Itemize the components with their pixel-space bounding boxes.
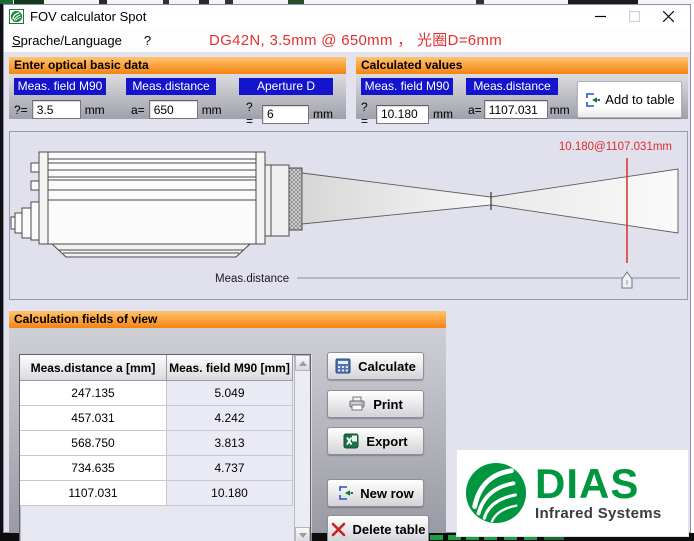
export-label: Export (366, 434, 407, 449)
menu-item-help[interactable]: ? (144, 31, 159, 50)
add-to-table-label: Add to table (605, 92, 674, 107)
field-label: Meas.distance (466, 78, 558, 95)
minimize-icon (595, 11, 606, 22)
menu-bar: Sprache/Language ? DG42N, 3.5mm @ 650mm … (4, 28, 690, 52)
close-icon (663, 11, 674, 22)
table-row[interactable]: 247.135 5.049 (20, 381, 310, 406)
export-button[interactable]: Export (327, 427, 424, 455)
cell-distance[interactable]: 568.750 (20, 431, 167, 456)
add-to-table-button[interactable]: Add to table (577, 81, 682, 118)
field-unit: mm (550, 103, 570, 117)
meas-field-input[interactable] (32, 100, 81, 119)
print-label: Print (373, 397, 403, 412)
fov-diagram-panel: 10.180@1107.031mm Meas.distance (9, 131, 688, 300)
cell-field[interactable]: 5.049 (167, 381, 293, 406)
excel-export-icon (343, 433, 359, 449)
fov-diagram: 10.180@1107.031mm Meas.distance (10, 132, 687, 299)
table-row[interactable]: 734.635 4.737 (20, 456, 310, 481)
group-calculation-fields-of-view: Calculation fields of view Meas.distance… (9, 311, 446, 533)
cell-distance[interactable]: 457.031 (20, 406, 167, 431)
window-title: FOV calculator Spot (30, 9, 146, 24)
field-prefix: a= (468, 103, 482, 117)
field-calc-meas-distance: Meas.distance a= mm (466, 78, 558, 119)
column-header-distance[interactable]: Meas.distance a [mm] (20, 355, 167, 381)
new-row-button[interactable]: New row (327, 479, 424, 507)
app-icon (9, 9, 24, 24)
field-label: Meas. field M90 (361, 78, 453, 95)
scroll-down-button[interactable] (295, 527, 310, 541)
dias-wordmark: DIAS (535, 464, 662, 504)
group-header: Calculation fields of view (9, 311, 446, 328)
scroll-up-button[interactable] (295, 355, 310, 371)
dias-subtitle: Infrared Systems (535, 505, 662, 522)
field-label: Meas.distance (126, 78, 216, 95)
field-aperture-d: Aperture D ?= mm (239, 78, 333, 128)
cell-field[interactable]: 4.737 (167, 456, 293, 481)
meas-distance-input[interactable] (149, 100, 198, 119)
field-meas-field-m90: Meas. field M90 ?= mm (14, 78, 106, 119)
delete-table-label: Delete table (353, 522, 426, 537)
arrow-down-icon (299, 533, 307, 538)
new-row-label: New row (360, 486, 413, 501)
field-calc-meas-field: Meas. field M90 ?= mm (361, 78, 453, 128)
measurement-annotation: 10.180@1107.031mm (559, 141, 672, 153)
field-label: Aperture D (239, 78, 333, 95)
field-unit: mm (313, 107, 333, 121)
field-prefix: a= (131, 103, 145, 117)
beam-cone-left (302, 173, 491, 224)
slider-label: Meas.distance (215, 273, 289, 285)
screen: FOV calculator Spot Sprache/Language ? D… (0, 0, 694, 541)
calculator-icon (335, 358, 351, 374)
beam-cone-right (491, 169, 678, 233)
cell-distance[interactable]: 1107.031 (20, 481, 167, 506)
maximize-button[interactable] (617, 6, 651, 28)
field-prefix: ?= (246, 100, 258, 128)
dias-logo-icon (465, 462, 527, 524)
cell-field[interactable]: 3.813 (167, 431, 293, 456)
field-prefix: ?= (361, 100, 372, 128)
field-unit: mm (202, 103, 222, 117)
calculate-label: Calculate (358, 359, 416, 374)
delete-icon (331, 522, 346, 537)
table-row[interactable]: 568.750 3.813 (20, 431, 310, 456)
aperture-input[interactable] (262, 105, 309, 124)
field-unit: mm (433, 107, 453, 121)
group-header: Enter optical basic data (9, 57, 346, 74)
cell-distance[interactable]: 247.135 (20, 381, 167, 406)
delete-table-button[interactable]: Delete table (327, 515, 429, 541)
dias-logo: DIAS Infrared Systems (456, 449, 689, 537)
cell-distance[interactable]: 734.635 (20, 456, 167, 481)
calc-meas-distance-input[interactable] (484, 100, 548, 119)
calculate-button[interactable]: Calculate (327, 352, 424, 380)
group-header: Calculated values (356, 57, 688, 74)
table-row[interactable]: 1107.031 10.180 (20, 481, 310, 506)
field-label: Meas. field M90 (14, 78, 106, 95)
minimize-button[interactable] (583, 6, 617, 28)
app-window: FOV calculator Spot Sprache/Language ? D… (3, 4, 691, 533)
field-prefix: ?= (14, 103, 28, 117)
add-row-icon (584, 92, 600, 108)
new-row-icon (337, 485, 353, 501)
table-header-row: Meas.distance a [mm] Meas. field M90 [mm… (20, 355, 310, 381)
printer-icon (348, 396, 366, 412)
cell-field[interactable]: 4.242 (167, 406, 293, 431)
maximize-icon (629, 11, 640, 22)
camera-illustration (11, 152, 302, 257)
lens-config-overlay: DG42N, 3.5mm @ 650mm ， 光圈D=6mm (209, 29, 502, 50)
field-unit: mm (85, 103, 105, 117)
close-button[interactable] (651, 6, 685, 28)
group-calculated-values: Calculated values Meas. field M90 ?= mm … (356, 57, 688, 119)
calc-meas-field-input[interactable] (376, 105, 429, 124)
field-meas-distance: Meas.distance a= mm (126, 78, 216, 119)
print-button[interactable]: Print (327, 390, 424, 418)
cell-field[interactable]: 10.180 (167, 481, 293, 506)
title-bar: FOV calculator Spot (4, 5, 690, 28)
arrow-up-icon (299, 361, 307, 366)
table-scrollbar[interactable] (294, 355, 310, 541)
group-enter-optical-basic-data: Enter optical basic data Meas. field M90… (9, 57, 346, 119)
table-row[interactable]: 457.031 4.242 (20, 406, 310, 431)
menu-item-language[interactable]: Sprache/Language (12, 31, 130, 50)
fov-table: Meas.distance a [mm] Meas. field M90 [mm… (19, 354, 311, 541)
column-header-field[interactable]: Meas. field M90 [mm] (167, 355, 293, 381)
